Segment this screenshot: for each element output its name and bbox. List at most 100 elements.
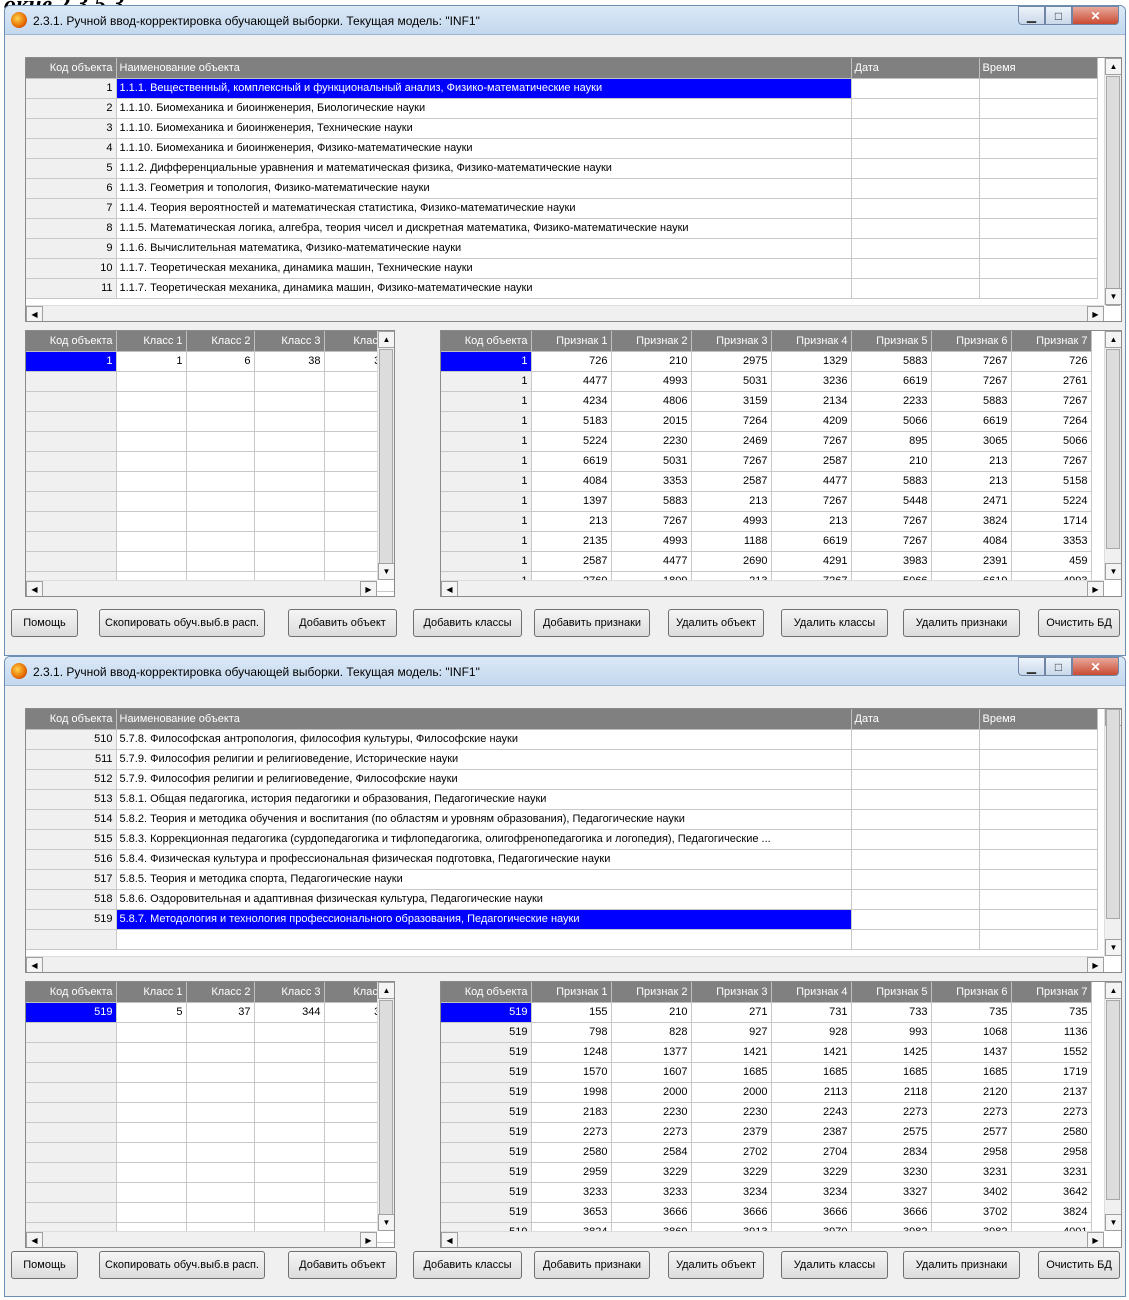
object-code-cell[interactable]: [26, 451, 117, 472]
scroll-up-arrow-icon[interactable]: ▲: [378, 982, 394, 999]
table-cell[interactable]: [851, 809, 980, 830]
table-cell[interactable]: 1685: [771, 1062, 852, 1083]
table-cell[interactable]: 1136: [1011, 1022, 1092, 1043]
action-button-3[interactable]: Добавить классы: [413, 1251, 522, 1279]
table-row[interactable]: 3 1.1.10. Биомеханика и биоинженерия, Тех…: [26, 118, 1098, 139]
table-cell[interactable]: 459: [1011, 551, 1092, 572]
table-row[interactable]: [26, 929, 1098, 950]
scroll-left-arrow-icon[interactable]: ◀: [26, 1232, 43, 1247]
table-cell[interactable]: 3353: [1011, 531, 1092, 552]
table-cell[interactable]: 3666: [691, 1202, 772, 1223]
table-cell[interactable]: 3666: [851, 1202, 932, 1223]
table-cell[interactable]: [254, 1142, 325, 1163]
table-cell[interactable]: 735: [931, 1002, 1012, 1023]
scroll-left-arrow-icon[interactable]: ◀: [441, 1232, 458, 1247]
table-cell[interactable]: [116, 551, 187, 572]
table-row[interactable]: 516 5.8.4. Физическая культура и професси…: [26, 849, 1098, 870]
table-cell[interactable]: 1397: [531, 491, 612, 512]
table-cell[interactable]: 2273: [1011, 1102, 1092, 1123]
table-row[interactable]: 519 1998 2000 2000 2113 2118 2120 2137: [441, 1082, 1092, 1103]
table-cell[interactable]: 210: [851, 451, 932, 472]
column-header[interactable]: Признак 3: [691, 982, 772, 1003]
table-row[interactable]: 1 4084 3353 2587 4477 5883 213 5158: [441, 471, 1092, 492]
table-row[interactable]: 519 2183 2230 2230 2243 2273 2273 2273: [441, 1102, 1092, 1123]
table-cell[interactable]: [116, 451, 187, 472]
table-cell[interactable]: 2273: [611, 1122, 692, 1143]
column-header[interactable]: Код объекта: [441, 331, 532, 352]
object-code-cell[interactable]: [26, 1102, 117, 1123]
table-cell[interactable]: 6619: [851, 371, 932, 392]
table-cell[interactable]: 5.8.2. Теория и методика обучения и восп…: [116, 809, 852, 830]
table-row[interactable]: 519 155 210 271 731 733 735 735: [441, 1002, 1092, 1023]
object-code-cell[interactable]: 11: [26, 278, 117, 299]
table-cell[interactable]: [979, 929, 1098, 950]
table-row[interactable]: 4 1.1.10. Биомеханика и биоинженерия, Физ…: [26, 138, 1098, 159]
table-cell[interactable]: 2690: [691, 551, 772, 572]
table-cell[interactable]: 2000: [611, 1082, 692, 1103]
table-cell[interactable]: 3234: [771, 1182, 852, 1203]
table-cell[interactable]: 3233: [611, 1182, 692, 1203]
object-code-cell[interactable]: 518: [26, 889, 117, 910]
column-header[interactable]: Код объекта: [26, 58, 117, 79]
table-cell[interactable]: [851, 238, 980, 259]
object-code-cell[interactable]: 4: [26, 138, 117, 159]
table-row[interactable]: [26, 1122, 394, 1143]
object-code-cell[interactable]: [26, 1142, 117, 1163]
table-cell[interactable]: 7267: [771, 491, 852, 512]
object-code-cell[interactable]: 1: [441, 531, 532, 552]
table-row[interactable]: 512 5.7.9. Философия религии и религиовед…: [26, 769, 1098, 790]
table-row[interactable]: 1 2587 4477 2690 4291 3983 2391 459: [441, 551, 1092, 572]
classes-horizontal-scrollbar[interactable]: ◀ ▶: [26, 580, 377, 596]
minimize-icon[interactable]: ▁: [1018, 657, 1045, 676]
table-cell[interactable]: [851, 158, 980, 179]
table-cell[interactable]: 3231: [931, 1162, 1012, 1183]
object-code-cell[interactable]: [26, 511, 117, 532]
object-code-cell[interactable]: 1: [441, 431, 532, 452]
object-code-cell[interactable]: 519: [441, 1162, 532, 1183]
table-cell[interactable]: [979, 729, 1098, 750]
table-cell[interactable]: 3666: [771, 1202, 852, 1223]
scroll-down-arrow-icon[interactable]: ▼: [1105, 288, 1121, 305]
scroll-up-arrow-icon[interactable]: ▲: [1105, 58, 1121, 75]
table-row[interactable]: 1 213 7267 4993 213 7267 3824 1714: [441, 511, 1092, 532]
table-row[interactable]: [26, 1042, 394, 1063]
object-code-cell[interactable]: [26, 391, 117, 412]
table-cell[interactable]: [116, 391, 187, 412]
table-cell[interactable]: [979, 118, 1098, 139]
table-cell[interactable]: 3353: [611, 471, 692, 492]
table-cell[interactable]: 3231: [1011, 1162, 1092, 1183]
table-row[interactable]: 5 1.1.2. Дифференциальные уравнения и мат…: [26, 158, 1098, 179]
object-code-cell[interactable]: 515: [26, 829, 117, 850]
classes-vertical-scrollbar[interactable]: ▲ ▼: [377, 982, 394, 1231]
table-cell[interactable]: 4291: [771, 551, 852, 572]
table-row[interactable]: 11 1.1.7. Теоретическая механика, динамик…: [26, 278, 1098, 299]
table-cell[interactable]: 2273: [931, 1102, 1012, 1123]
table-cell[interactable]: [254, 451, 325, 472]
object-code-cell[interactable]: 1: [441, 351, 532, 372]
table-cell[interactable]: 210: [611, 1002, 692, 1023]
table-row[interactable]: [26, 491, 394, 512]
table-row[interactable]: [26, 1102, 394, 1123]
table-cell[interactable]: 7264: [691, 411, 772, 432]
table-row[interactable]: 10 1.1.7. Теоретическая механика, динамик…: [26, 258, 1098, 279]
table-cell[interactable]: [979, 158, 1098, 179]
table-cell[interactable]: [186, 531, 255, 552]
table-row[interactable]: [26, 1182, 394, 1203]
table-cell[interactable]: 928: [771, 1022, 852, 1043]
table-cell[interactable]: 2273: [531, 1122, 612, 1143]
action-button-7[interactable]: Удалить признаки: [903, 1251, 1020, 1279]
object-code-cell[interactable]: 519: [441, 1182, 532, 1203]
scroll-left-arrow-icon[interactable]: ◀: [26, 957, 43, 972]
table-cell[interactable]: 344: [254, 1002, 325, 1023]
scroll-thumb[interactable]: [379, 1000, 393, 1215]
table-cell[interactable]: 2113: [771, 1082, 852, 1103]
table-cell[interactable]: 3666: [611, 1202, 692, 1223]
table-cell[interactable]: 2587: [771, 451, 852, 472]
table-cell[interactable]: [979, 218, 1098, 239]
table-cell[interactable]: [979, 178, 1098, 199]
table-cell[interactable]: 2761: [1011, 371, 1092, 392]
object-code-cell[interactable]: 519: [441, 1202, 532, 1223]
table-cell[interactable]: 1.1.10. Биомеханика и биоинженерия, Техн…: [116, 118, 852, 139]
table-row[interactable]: [26, 1202, 394, 1223]
table-cell[interactable]: [851, 869, 980, 890]
